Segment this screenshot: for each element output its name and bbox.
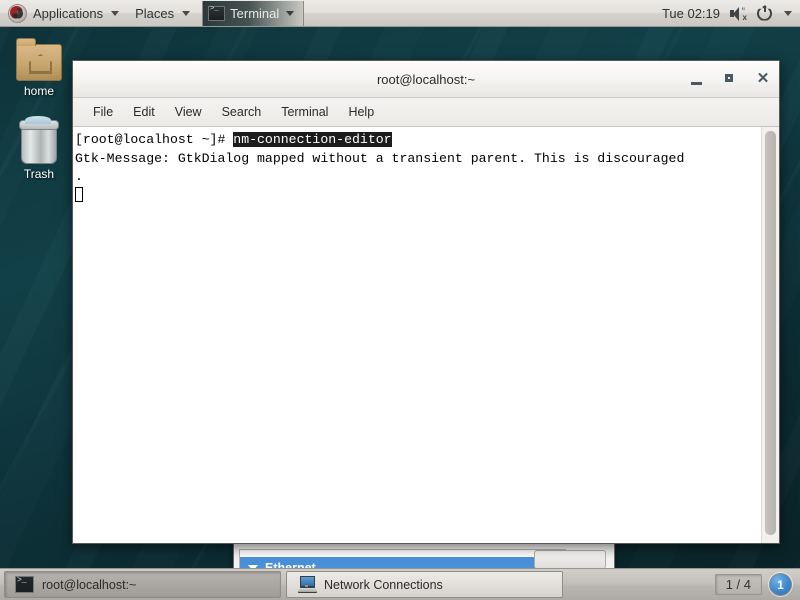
terminal-icon [208, 5, 226, 21]
trash-icon [4, 116, 74, 164]
workspace-count: 1 / 4 [714, 574, 762, 595]
taskbar: root@localhost:~ Network Connections 1 /… [0, 568, 800, 600]
terminal-cursor-line [75, 186, 761, 206]
terminal-titlebar[interactable]: root@localhost:~ ✕ [73, 61, 779, 98]
terminal-screen[interactable]: [root@localhost ~]# nm-connection-editor… [73, 127, 761, 543]
chevron-down-icon [286, 10, 295, 16]
window-controls: ✕ [689, 61, 771, 97]
volume-muted-icon[interactable]: ꞌꞌ x [730, 6, 747, 21]
power-icon[interactable] [757, 5, 772, 21]
chevron-down-icon [182, 10, 191, 16]
menu-search[interactable]: Search [212, 103, 272, 121]
terminal-icon [15, 576, 34, 593]
terminal-menubar: File Edit View Search Terminal Help [73, 98, 779, 127]
folder-home-icon [4, 33, 74, 81]
close-button[interactable]: ✕ [755, 71, 771, 87]
places-menu-label: Places [135, 5, 175, 21]
menu-file[interactable]: File [83, 103, 123, 121]
desktop-icon-home[interactable]: home [4, 33, 74, 98]
minimize-button[interactable] [689, 71, 705, 87]
centos-logo-icon [8, 3, 27, 23]
clock[interactable]: Tue 02:19 [662, 6, 720, 21]
add-connection-button[interactable] [534, 550, 606, 569]
chevron-down-icon[interactable] [784, 10, 792, 16]
mute-x: x [742, 12, 747, 22]
network-connections-icon [297, 576, 317, 593]
chevron-down-icon [111, 10, 120, 16]
terminal-line-output: Gtk-Message: GtkDialog mapped without a … [75, 150, 685, 166]
selected-command: nm-connection-editor [233, 132, 392, 147]
menu-view[interactable]: View [165, 103, 212, 121]
terminal-body[interactable]: [root@localhost ~]# nm-connection-editor… [73, 127, 779, 543]
desktop-icon-trash-label: Trash [23, 167, 55, 181]
panel-window-menu-terminal[interactable]: Terminal [202, 0, 305, 26]
scrollbar-thumb[interactable] [765, 131, 776, 535]
places-menu[interactable]: Places [127, 0, 198, 26]
menu-edit[interactable]: Edit [123, 103, 165, 121]
panel-window-menu-label: Terminal [230, 5, 280, 21]
shell-prompt: [root@localhost ~]# [75, 132, 234, 147]
desktop-icon-home-label: home [23, 84, 55, 98]
taskbar-item-network-connections[interactable]: Network Connections [286, 571, 563, 598]
menu-help[interactable]: Help [338, 103, 384, 121]
maximize-button[interactable] [722, 71, 738, 87]
taskbar-item-terminal-label: root@localhost:~ [42, 577, 137, 592]
terminal-scrollbar[interactable] [761, 127, 779, 543]
terminal-line-output-wrap: . [75, 169, 83, 184]
taskbar-item-terminal[interactable]: root@localhost:~ [4, 571, 281, 598]
top-panel: Applications Places Terminal Tue 02:19 ꞌ… [0, 0, 800, 27]
terminal-line-prompt: [root@localhost ~]# nm-connection-editor [75, 131, 761, 150]
terminal-title: root@localhost:~ [376, 71, 476, 87]
speaker-cone [733, 6, 739, 21]
taskbar-item-network-connections-label: Network Connections [324, 577, 443, 592]
menu-terminal[interactable]: Terminal [271, 103, 338, 121]
applications-menu-label: Applications [33, 5, 104, 21]
taskbar-status-area: 1 / 4 1 [714, 573, 796, 596]
workspace-switcher[interactable]: 1 [769, 573, 792, 596]
panel-status-area: Tue 02:19 ꞌꞌ x [662, 5, 800, 21]
applications-menu[interactable]: Applications [0, 0, 127, 26]
desktop: Applications Places Terminal Tue 02:19 ꞌ… [0, 0, 800, 600]
desktop-icon-trash[interactable]: Trash [4, 116, 74, 181]
terminal-window[interactable]: root@localhost:~ ✕ File Edit View Search… [72, 60, 780, 544]
block-cursor [75, 186, 83, 202]
